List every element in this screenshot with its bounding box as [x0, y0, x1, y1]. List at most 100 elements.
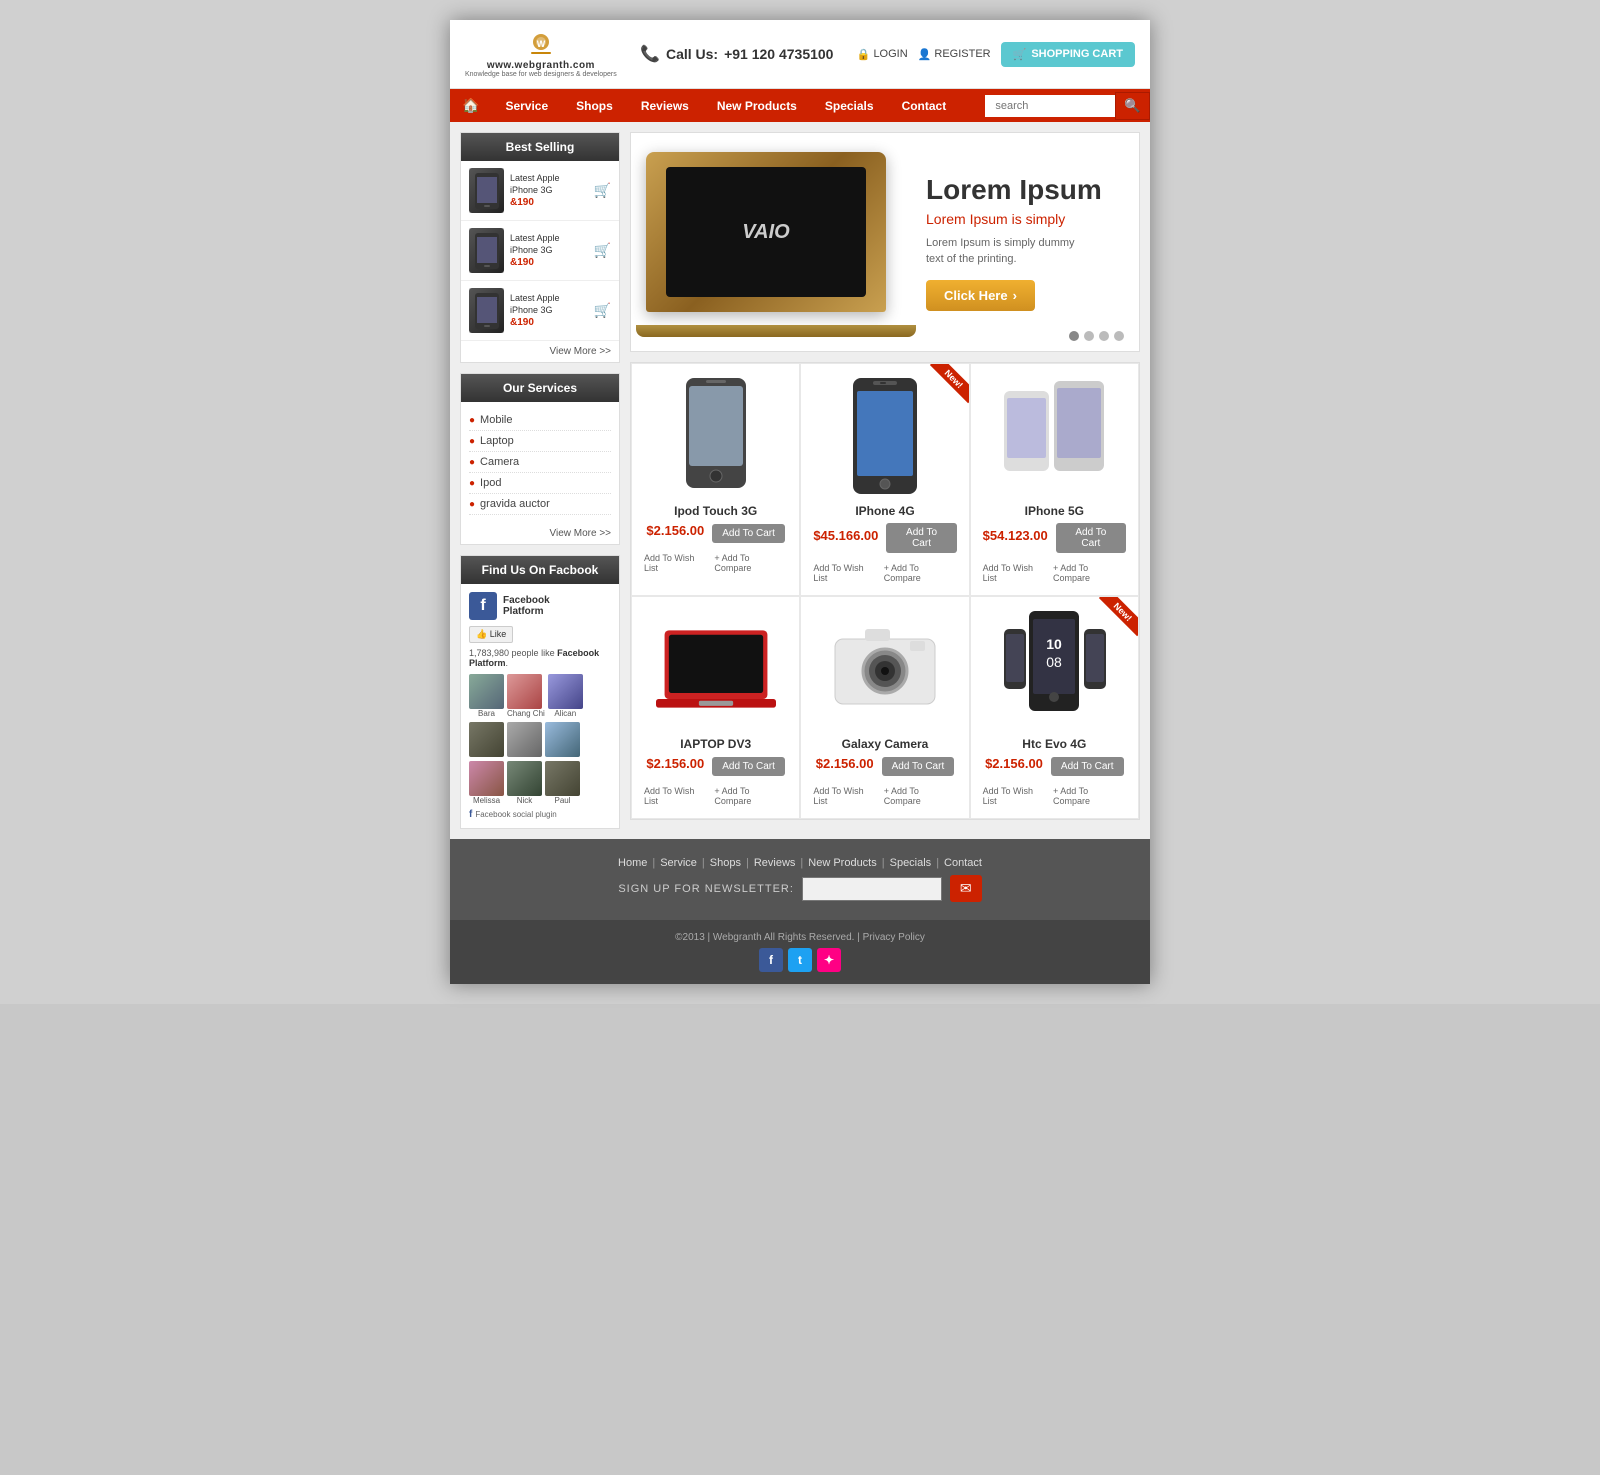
- search-button[interactable]: 🔍: [1115, 92, 1150, 120]
- product-image: [656, 609, 776, 729]
- product-actions: Add To Wish List + Add To Compare: [644, 786, 787, 806]
- phone-image: [469, 168, 504, 213]
- avatar: [548, 674, 583, 709]
- product-name: Latest Apple iPhone 3G: [510, 173, 588, 196]
- add-to-cart-button[interactable]: Add To Cart: [1056, 523, 1126, 553]
- wishlist-link[interactable]: Add To Wish List: [983, 786, 1048, 806]
- avatar-group: [507, 722, 542, 757]
- bullet-icon: ●: [469, 457, 475, 468]
- add-to-cart-button[interactable]: Add To Cart: [712, 524, 785, 543]
- avatar-group: Melissa: [469, 761, 504, 805]
- add-to-cart-icon[interactable]: 🛒: [594, 302, 611, 319]
- call-number: +91 120 4735100: [724, 46, 833, 62]
- add-to-cart-icon[interactable]: 🛒: [594, 242, 611, 259]
- avatar: [507, 674, 542, 709]
- footer-links: Home | Service | Shops | Reviews | New P…: [450, 857, 1150, 869]
- nav-shops[interactable]: Shops: [562, 91, 627, 121]
- facebook-people-count: 1,783,980 people like Facebook Platform.: [469, 648, 611, 668]
- footer-link-contact[interactable]: Contact: [944, 857, 982, 869]
- footer-sep: |: [652, 857, 655, 869]
- compare-link[interactable]: + Add To Compare: [884, 786, 957, 806]
- best-selling-view-more[interactable]: View More >>: [461, 341, 619, 362]
- phone-image: [469, 228, 504, 273]
- avatar-label: Bara: [469, 709, 504, 718]
- dot-4[interactable]: [1114, 331, 1124, 341]
- product-name: Ipod Touch 3G: [674, 504, 757, 518]
- product-price: $2.156.00: [646, 756, 704, 771]
- laptop-screen: VAIO: [666, 167, 866, 297]
- list-item: Latest Apple iPhone 3G &190 🛒: [461, 221, 619, 281]
- product-card: New! 10 08: [970, 596, 1139, 819]
- new-badge-label: New!: [930, 364, 969, 403]
- wishlist-link[interactable]: Add To Wish List: [813, 563, 878, 583]
- logo[interactable]: W www.webgranth.com Knowledge base for w…: [465, 30, 617, 78]
- dot-2[interactable]: [1084, 331, 1094, 341]
- product-name: Htc Evo 4G: [1022, 737, 1086, 751]
- iphone5-image: [999, 376, 1109, 496]
- footer-link-new-products[interactable]: New Products: [808, 857, 876, 869]
- bullet-icon: ●: [469, 415, 475, 426]
- add-to-cart-icon[interactable]: 🛒: [594, 182, 611, 199]
- product-actions: Add To Wish List + Add To Compare: [813, 786, 956, 806]
- login-button[interactable]: 🔒 LOGIN: [857, 48, 908, 61]
- footer-link-service[interactable]: Service: [660, 857, 697, 869]
- register-button[interactable]: 👤 REGISTER: [918, 48, 991, 61]
- camera-image: [825, 619, 945, 719]
- avatar-label: Nick: [507, 796, 542, 805]
- best-selling-title: Best Selling: [461, 133, 619, 161]
- product-price: $45.166.00: [813, 528, 878, 543]
- add-to-cart-button[interactable]: Add To Cart: [712, 757, 785, 776]
- add-to-cart-button[interactable]: Add To Cart: [882, 757, 955, 776]
- nav-new-products[interactable]: New Products: [703, 91, 811, 121]
- product-info: Latest Apple iPhone 3G &190: [510, 293, 588, 327]
- newsletter-submit-button[interactable]: ✉: [950, 875, 982, 902]
- user-icon: 👤: [918, 48, 932, 61]
- compare-link[interactable]: + Add To Compare: [884, 563, 957, 583]
- compare-link[interactable]: + Add To Compare: [714, 553, 787, 573]
- services-view-more[interactable]: View More >>: [461, 523, 619, 544]
- banner-cta-button[interactable]: Click Here ›: [926, 280, 1035, 311]
- avatar-group: Nick: [507, 761, 542, 805]
- facebook-social-link[interactable]: f: [759, 948, 783, 972]
- avatar: [545, 761, 580, 796]
- add-to-cart-button[interactable]: Add To Cart: [1051, 757, 1124, 776]
- bullet-icon: ●: [469, 478, 475, 489]
- product-thumbnail: [469, 228, 504, 273]
- dot-1[interactable]: [1069, 331, 1079, 341]
- product-price-row: $54.123.00 Add To Cart: [983, 523, 1126, 553]
- product-price-row: $2.156.00 Add To Cart: [985, 756, 1123, 776]
- wishlist-link[interactable]: Add To Wish List: [983, 563, 1048, 583]
- add-to-cart-button[interactable]: Add To Cart: [886, 523, 956, 553]
- wishlist-link[interactable]: Add To Wish List: [644, 553, 709, 573]
- nav-specials[interactable]: Specials: [811, 91, 888, 121]
- product-info: Latest Apple iPhone 3G &190: [510, 233, 588, 267]
- wishlist-link[interactable]: Add To Wish List: [813, 786, 878, 806]
- dot-3[interactable]: [1099, 331, 1109, 341]
- footer-link-shops[interactable]: Shops: [710, 857, 741, 869]
- search-input[interactable]: [985, 95, 1115, 117]
- compare-link[interactable]: + Add To Compare: [1053, 786, 1126, 806]
- compare-link[interactable]: + Add To Compare: [714, 786, 787, 806]
- product-price: &190: [510, 197, 588, 208]
- cart-button[interactable]: 🛒 SHOPPING CART: [1001, 42, 1135, 67]
- footer-link-reviews[interactable]: Reviews: [754, 857, 796, 869]
- compare-link[interactable]: + Add To Compare: [1053, 563, 1126, 583]
- footer-link-home[interactable]: Home: [618, 857, 647, 869]
- facebook-logo-area: f Facebook Platform: [469, 592, 611, 620]
- flickr-social-link[interactable]: ✦: [817, 948, 841, 972]
- facebook-like-button[interactable]: 👍 Like: [469, 626, 513, 643]
- service-label: Ipod: [480, 477, 501, 489]
- wishlist-link[interactable]: Add To Wish List: [644, 786, 709, 806]
- nav-home[interactable]: 🏠: [450, 89, 491, 122]
- footer-link-specials[interactable]: Specials: [890, 857, 932, 869]
- twitter-social-link[interactable]: t: [788, 948, 812, 972]
- avatar-label: Melissa: [469, 796, 504, 805]
- site-header: W www.webgranth.com Knowledge base for w…: [450, 20, 1150, 89]
- newsletter-input[interactable]: [802, 877, 942, 901]
- nav-contact[interactable]: Contact: [888, 91, 961, 121]
- product-card: New! IPhone 4G: [800, 363, 969, 596]
- nav-service[interactable]: Service: [491, 91, 562, 121]
- logo-icon: W: [526, 30, 556, 60]
- nav-reviews[interactable]: Reviews: [627, 91, 703, 121]
- product-price-row: $2.156.00 Add To Cart: [646, 756, 784, 776]
